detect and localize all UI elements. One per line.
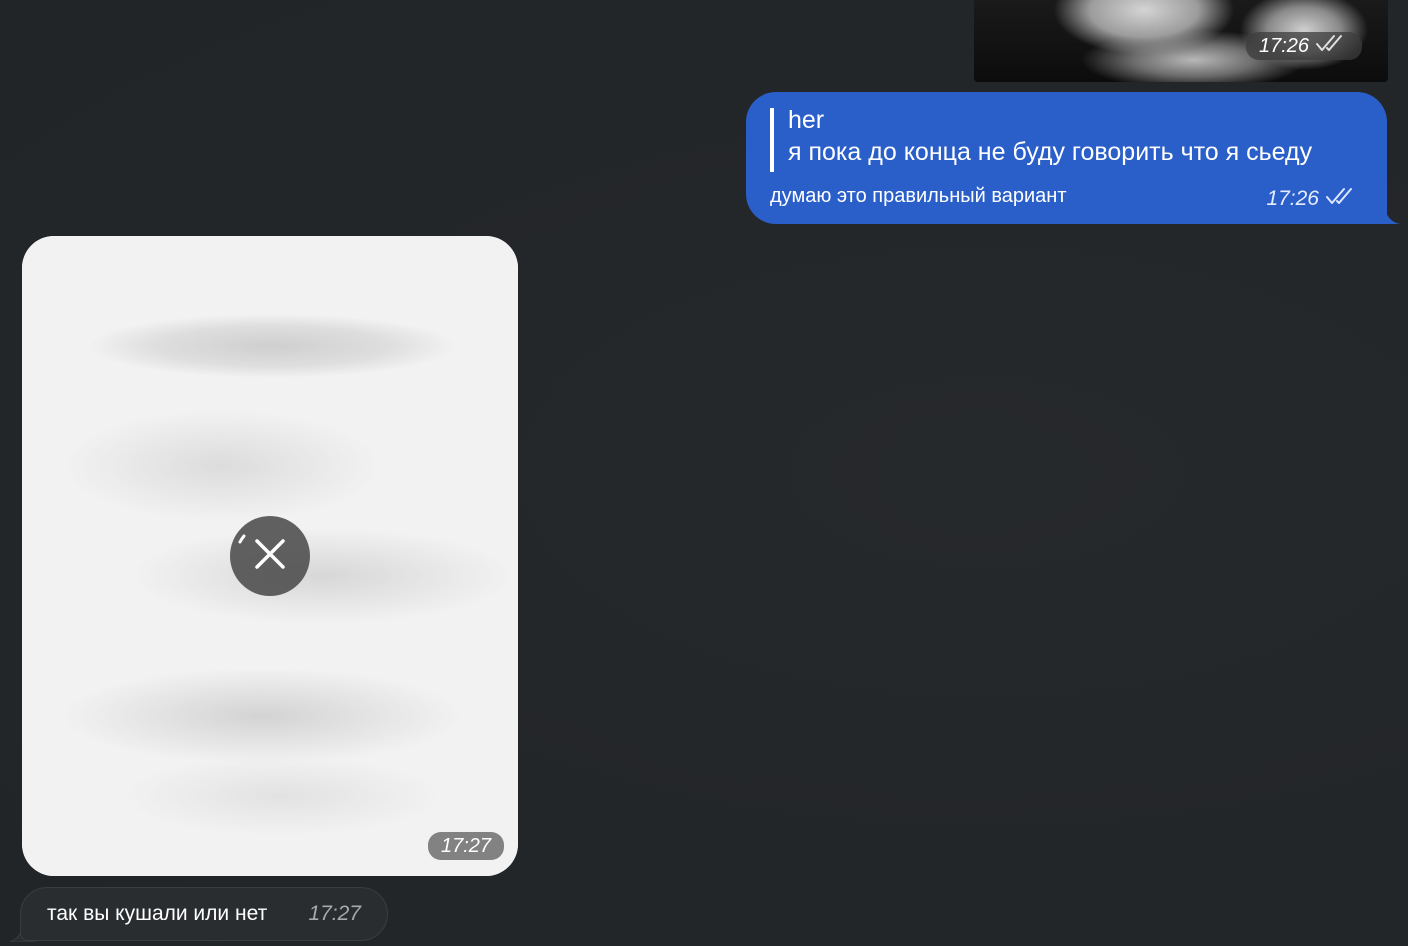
double-check-icon xyxy=(1325,186,1359,212)
message-time: 17:27 xyxy=(308,902,361,925)
message-text: так вы кушали или нет xyxy=(47,902,268,925)
incoming-photo-message[interactable]: 17:27 xyxy=(22,236,518,876)
message-time-pill: 17:27 xyxy=(428,832,504,860)
bubble-tail xyxy=(1372,200,1400,224)
message-time: 17:26 xyxy=(1258,34,1310,57)
chat-view: 17:26 her я пока до конца не буду говори… xyxy=(0,0,1408,946)
outgoing-photo-message[interactable]: 17:26 xyxy=(974,0,1388,82)
message-text: думаю это правильный вариант xyxy=(770,185,1067,207)
cancel-download-icon xyxy=(230,514,310,599)
reply-quote[interactable]: her я пока до конца не буду говорить что… xyxy=(770,106,1313,172)
incoming-message-bubble[interactable]: так вы кушали или нет 17:27 xyxy=(20,887,388,941)
reply-text: я пока до конца не буду говорить что я с… xyxy=(788,138,1313,166)
message-time-pill: 17:26 xyxy=(1246,32,1362,60)
reply-author: her xyxy=(788,106,825,134)
message-time: 17:26 xyxy=(1266,187,1319,210)
message-meta: 17:26 xyxy=(1266,186,1359,212)
outgoing-message-bubble[interactable]: her я пока до конца не буду говорить что… xyxy=(746,92,1387,224)
double-check-icon xyxy=(1315,33,1349,59)
cancel-download-button[interactable] xyxy=(230,516,310,596)
message-time: 17:27 xyxy=(440,834,492,857)
